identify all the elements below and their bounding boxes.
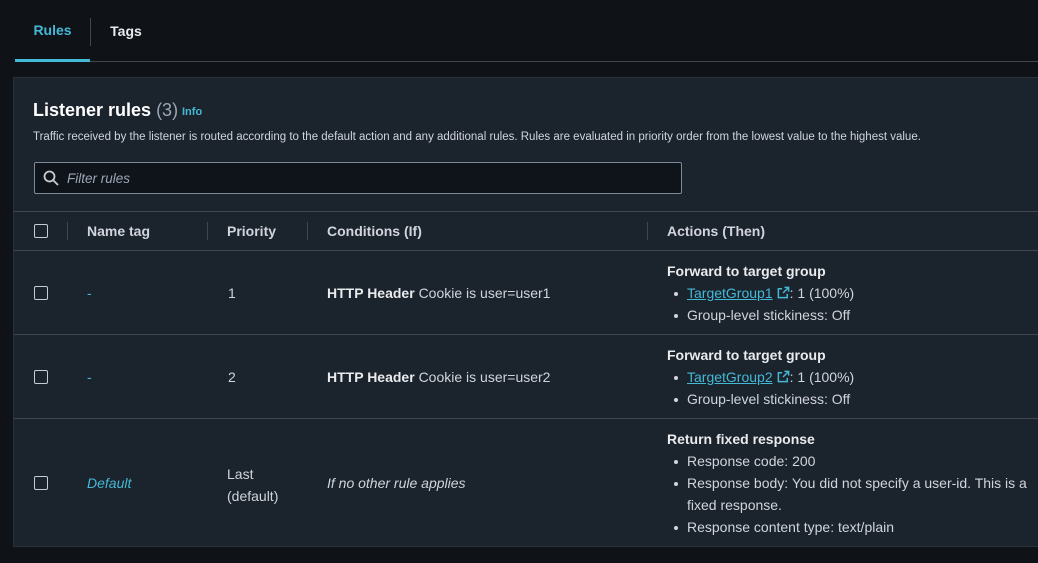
rule-name-link[interactable]: - bbox=[87, 285, 92, 301]
listener-rules-panel: Listener rules (3) Info Traffic received… bbox=[13, 77, 1038, 547]
info-link[interactable]: Info bbox=[182, 106, 202, 118]
rule-priority: 2 bbox=[228, 369, 236, 385]
rule-count: (3) bbox=[156, 100, 179, 120]
condition-value: Cookie is user=user1 bbox=[418, 285, 551, 301]
condition-type: HTTP Header bbox=[327, 369, 415, 385]
target-group-link[interactable]: TargetGroup1 bbox=[687, 285, 773, 301]
action-list: Response code: 200 Response body: You di… bbox=[667, 450, 1038, 538]
panel-title: Listener rules (3) bbox=[33, 100, 178, 121]
filter-box bbox=[34, 162, 682, 194]
rule-condition: If no other rule applies bbox=[327, 475, 466, 491]
rule-actions: Forward to target group TargetGroup2 : 1 … bbox=[667, 344, 854, 410]
action-title: Forward to target group bbox=[667, 347, 826, 363]
tab-rules[interactable]: Rules bbox=[15, 0, 90, 62]
table-row-default: Default Last (default) If no other rule … bbox=[14, 419, 1038, 547]
rule-actions: Return fixed response Response code: 200… bbox=[667, 428, 1038, 538]
rule-actions: Forward to target group TargetGroup1 : 1 … bbox=[667, 260, 854, 326]
column-divider bbox=[207, 222, 208, 240]
condition-value: Cookie is user=user2 bbox=[418, 369, 551, 385]
panel-description: Traffic received by the listener is rout… bbox=[33, 131, 921, 143]
external-link-icon[interactable] bbox=[777, 286, 790, 299]
column-divider bbox=[647, 222, 648, 240]
action-list: TargetGroup2 : 1 (100%) Group-level stick… bbox=[667, 366, 854, 410]
priority-line: Last bbox=[227, 466, 254, 482]
row-checkbox[interactable] bbox=[34, 286, 48, 300]
tab-tags[interactable]: Tags bbox=[91, 0, 161, 62]
list-item: Response content type: text/plain bbox=[667, 516, 1038, 538]
table-row: - 2 HTTP Header Cookie is user=user2 For… bbox=[14, 335, 1038, 419]
rule-name-link[interactable]: - bbox=[87, 369, 92, 385]
rule-condition: HTTP Header Cookie is user=user2 bbox=[327, 369, 550, 385]
search-icon bbox=[43, 170, 59, 186]
target-group-link[interactable]: TargetGroup2 bbox=[687, 369, 773, 385]
action-list: TargetGroup1 : 1 (100%) Group-level stick… bbox=[667, 282, 854, 326]
rule-priority: Last (default) bbox=[227, 463, 278, 507]
row-checkbox[interactable] bbox=[34, 370, 48, 384]
action-title: Return fixed response bbox=[667, 431, 815, 447]
table-header: Name tag Priority Conditions (If) Action… bbox=[14, 211, 1038, 251]
list-item: TargetGroup2 : 1 (100%) bbox=[667, 366, 854, 388]
condition-type: HTTP Header bbox=[327, 285, 415, 301]
row-checkbox[interactable] bbox=[34, 476, 48, 490]
rule-condition: HTTP Header Cookie is user=user1 bbox=[327, 285, 550, 301]
column-header-actions[interactable]: Actions (Then) bbox=[667, 212, 765, 250]
column-header-priority[interactable]: Priority bbox=[227, 212, 276, 250]
list-item: Group-level stickiness: Off bbox=[667, 304, 854, 326]
tab-bar: Rules Tags bbox=[15, 0, 1038, 62]
rule-priority: 1 bbox=[228, 285, 236, 301]
column-header-name-tag[interactable]: Name tag bbox=[87, 212, 150, 250]
column-divider bbox=[67, 222, 68, 240]
list-item: Response code: 200 bbox=[667, 450, 1038, 472]
priority-line: (default) bbox=[227, 488, 279, 504]
panel-title-text: Listener rules bbox=[33, 100, 152, 120]
list-item: Response body: You did not specify a use… bbox=[667, 472, 1038, 516]
table-row: - 1 HTTP Header Cookie is user=user1 For… bbox=[14, 251, 1038, 335]
target-weight: : 1 (100%) bbox=[789, 369, 855, 385]
column-header-conditions[interactable]: Conditions (If) bbox=[327, 212, 422, 250]
external-link-icon[interactable] bbox=[777, 370, 790, 383]
list-item: TargetGroup1 : 1 (100%) bbox=[667, 282, 854, 304]
column-divider bbox=[307, 222, 308, 240]
filter-input[interactable] bbox=[67, 170, 681, 186]
action-title: Forward to target group bbox=[667, 263, 826, 279]
select-all-checkbox[interactable] bbox=[34, 224, 48, 238]
list-item: Group-level stickiness: Off bbox=[667, 388, 854, 410]
default-rule-link[interactable]: Default bbox=[87, 475, 131, 491]
target-weight: : 1 (100%) bbox=[789, 285, 855, 301]
